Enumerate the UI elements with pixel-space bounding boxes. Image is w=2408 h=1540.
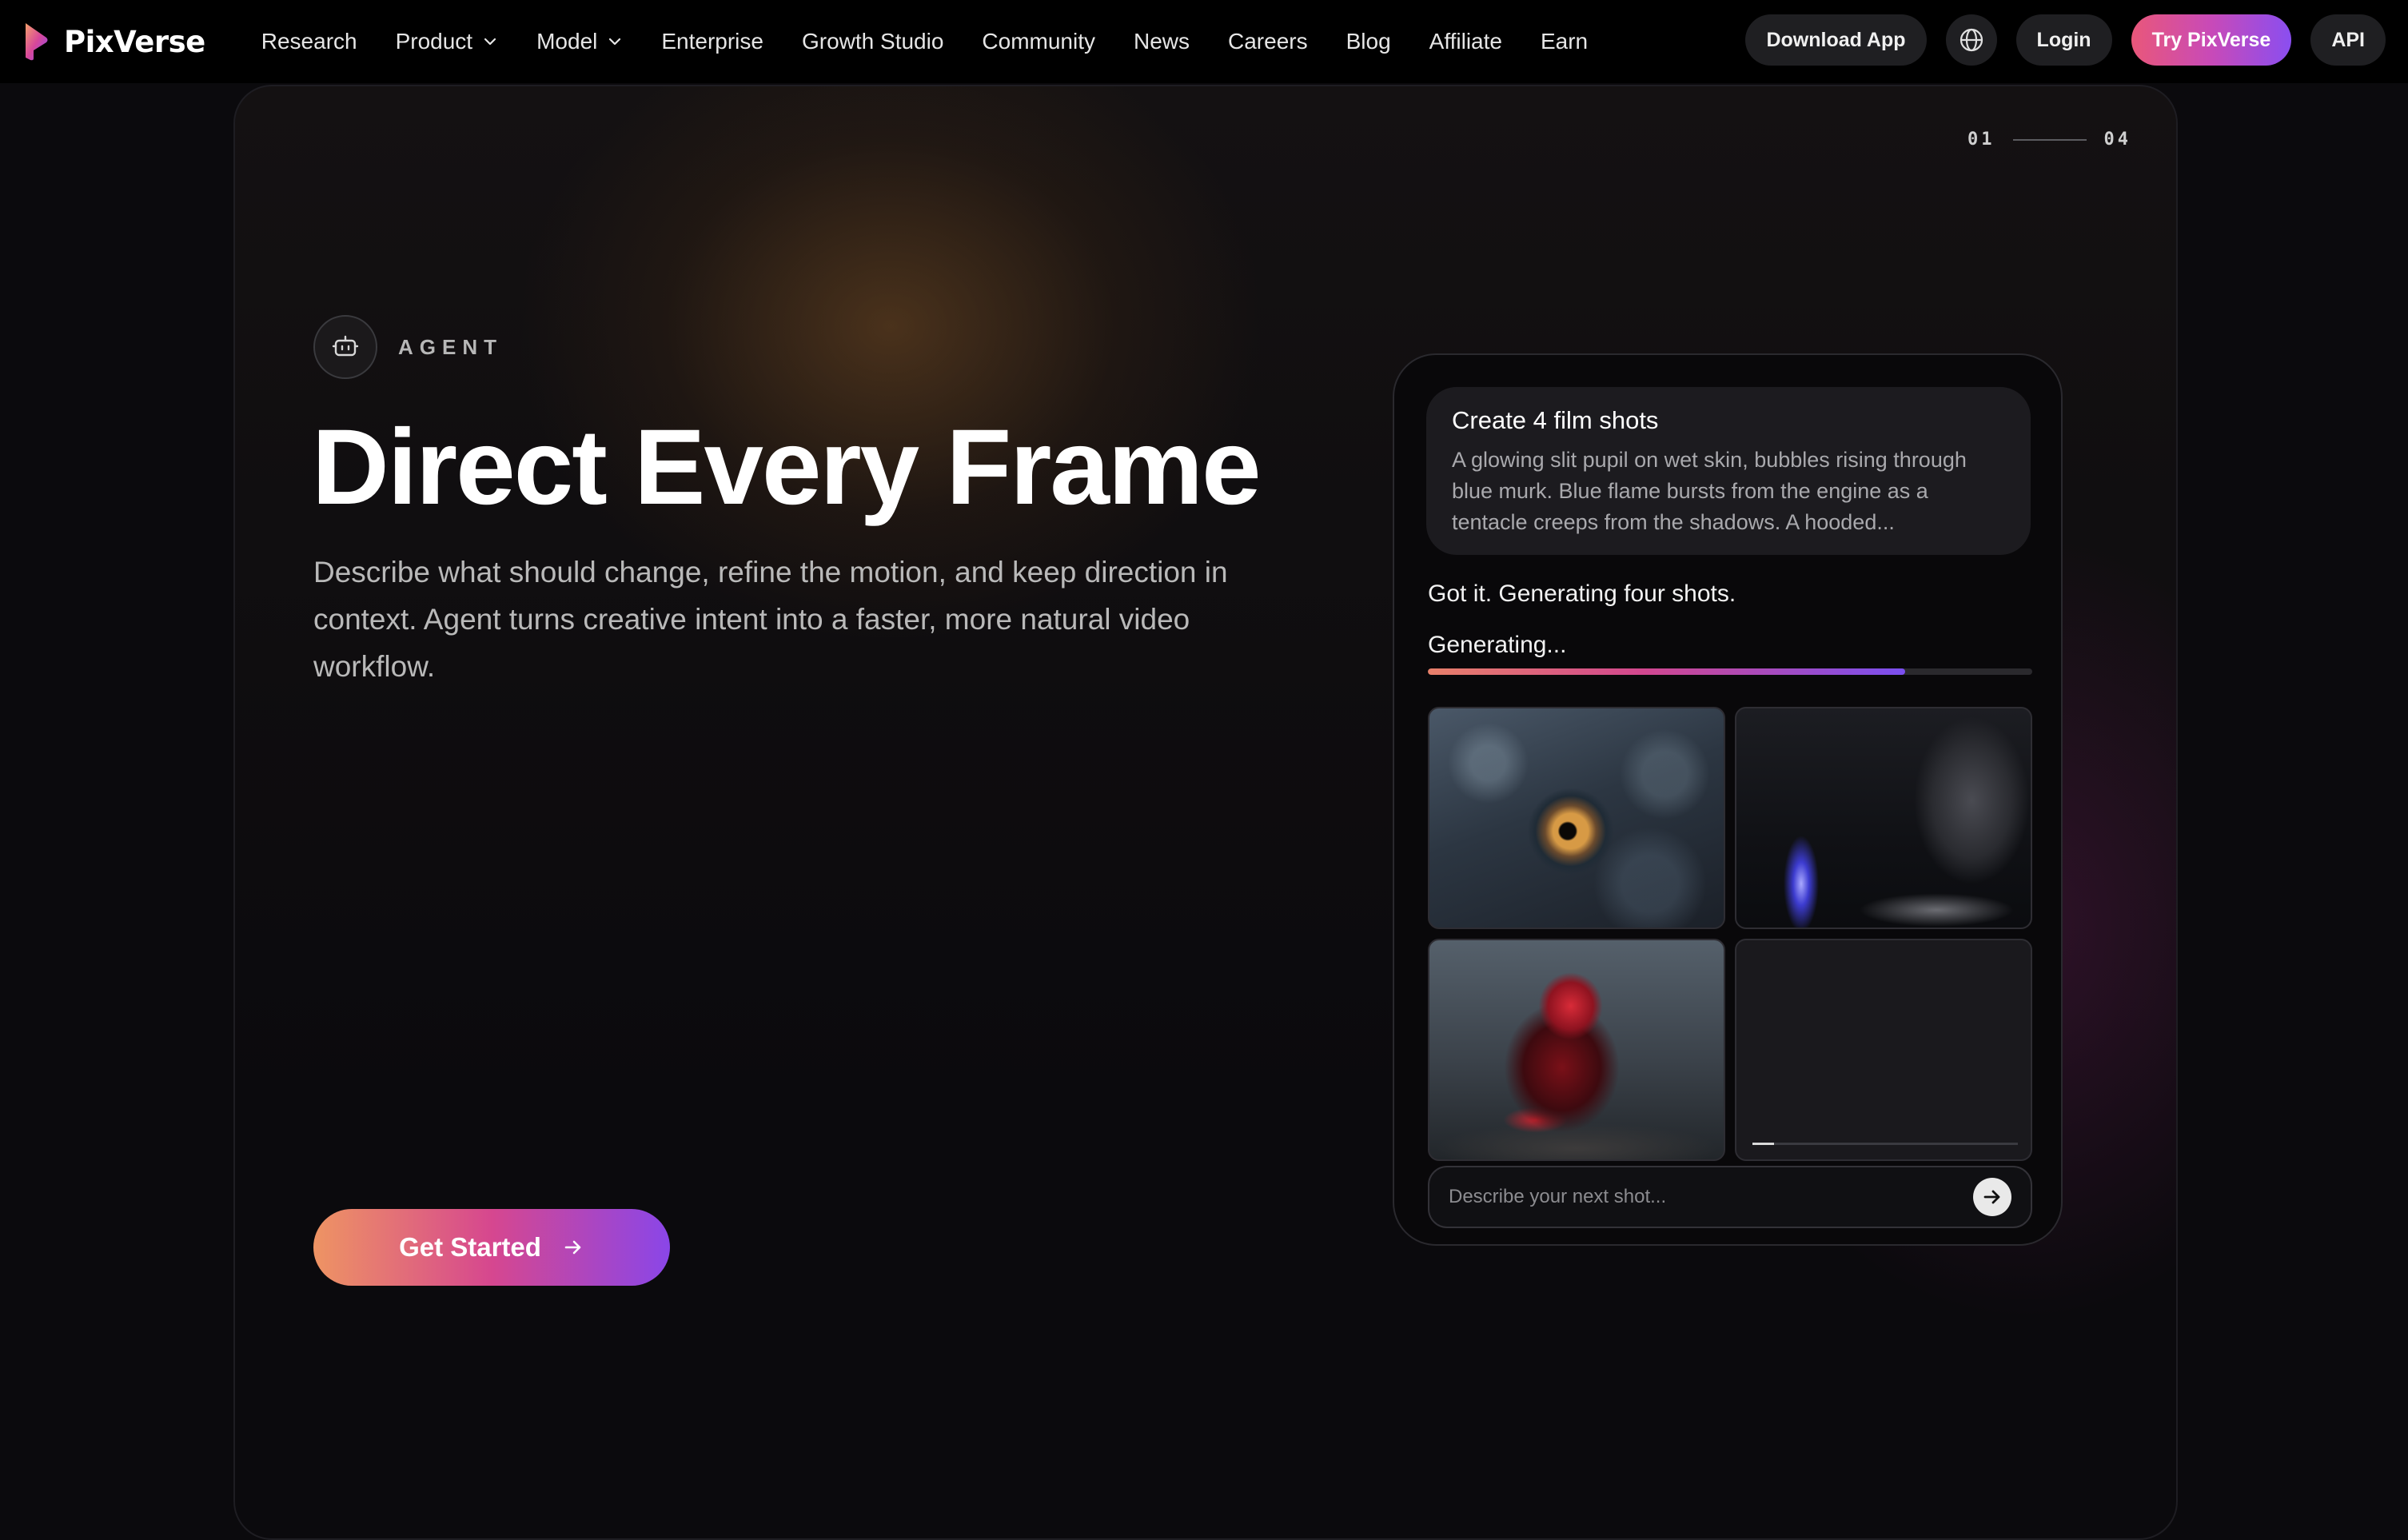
language-button[interactable] xyxy=(1945,14,1997,66)
nav-link-affiliate[interactable]: Affiliate xyxy=(1429,29,1502,54)
nav-link-blog[interactable]: Blog xyxy=(1346,29,1391,54)
generation-status: Generating... xyxy=(1428,632,1567,658)
nav-link-model[interactable]: Model xyxy=(536,29,623,54)
tag-badge xyxy=(313,315,377,379)
get-started-button[interactable]: Get Started xyxy=(313,1209,670,1286)
slide-pager[interactable]: 01 04 xyxy=(1967,130,2131,150)
next-shot-input[interactable] xyxy=(1449,1186,1973,1208)
progress-fill xyxy=(1428,668,1906,675)
chevron-down-icon xyxy=(609,38,621,46)
section-tag: AGENT xyxy=(313,315,503,379)
nav-link-growth-studio[interactable]: Growth Studio xyxy=(802,29,943,54)
tag-label: AGENT xyxy=(398,334,503,359)
nav-link-earn[interactable]: Earn xyxy=(1541,29,1588,54)
shot-grid xyxy=(1428,707,2032,1161)
nav-actions: Download App Login Try PixVerse API xyxy=(1745,14,2386,66)
top-nav: PixVerse Research Product Model Enterpri… xyxy=(0,0,2408,83)
shot-thumbnail-engine[interactable] xyxy=(1735,707,2032,929)
pager-current: 01 xyxy=(1967,130,1995,150)
robot-icon xyxy=(332,335,359,357)
nav-link-research[interactable]: Research xyxy=(261,29,357,54)
agent-panel: Create 4 film shots A glowing slit pupil… xyxy=(1393,353,2063,1246)
shot-thumbnail-hood[interactable] xyxy=(1428,939,1725,1161)
pager-total: 04 xyxy=(2103,130,2131,150)
shot-thumbnail-pending xyxy=(1735,939,2032,1161)
brand-logo[interactable]: PixVerse xyxy=(22,22,205,62)
nav-link-product[interactable]: Product xyxy=(396,29,499,54)
api-button[interactable]: API xyxy=(2310,14,2386,66)
globe-icon xyxy=(1959,28,1983,52)
nav-link-community[interactable]: Community xyxy=(982,29,1095,54)
next-shot-input-bar xyxy=(1428,1166,2032,1228)
try-pixverse-button[interactable]: Try PixVerse xyxy=(2131,14,2292,66)
pager-divider xyxy=(2012,138,2087,141)
brand-name: PixVerse xyxy=(64,24,205,59)
nav-link-careers[interactable]: Careers xyxy=(1228,29,1308,54)
user-prompt-bubble: Create 4 film shots A glowing slit pupil… xyxy=(1426,387,2031,555)
arrow-right-icon xyxy=(564,1240,581,1255)
get-started-label: Get Started xyxy=(399,1232,541,1262)
hero-headline: Direct Every Frame xyxy=(312,408,1262,527)
hero-card: 01 04 AGENT Direct Every Frame Describe … xyxy=(233,85,2178,1540)
nav-links: Research Product Model Enterprise Growth… xyxy=(261,29,1626,54)
login-button[interactable]: Login xyxy=(2015,14,2112,66)
chevron-down-icon xyxy=(484,38,496,46)
generation-progress-bar xyxy=(1428,668,2032,675)
nav-link-enterprise[interactable]: Enterprise xyxy=(661,29,763,54)
arrow-right-icon xyxy=(1983,1190,2000,1204)
prompt-title: Create 4 film shots xyxy=(1452,406,1659,434)
nav-link-news[interactable]: News xyxy=(1134,29,1190,54)
send-button[interactable] xyxy=(1973,1178,2011,1216)
pixverse-logo-icon xyxy=(26,23,48,61)
pending-progress-fill xyxy=(1752,1143,1774,1145)
hero-description: Describe what should change, refine the … xyxy=(313,556,1228,683)
download-app-button[interactable]: Download App xyxy=(1745,14,1927,66)
agent-reply: Got it. Generating four shots. xyxy=(1428,580,1736,607)
shot-thumbnail-eye[interactable] xyxy=(1428,707,1725,929)
prompt-body: A glowing slit pupil on wet skin, bubble… xyxy=(1452,448,1967,534)
pending-progress-track xyxy=(1752,1143,2018,1145)
